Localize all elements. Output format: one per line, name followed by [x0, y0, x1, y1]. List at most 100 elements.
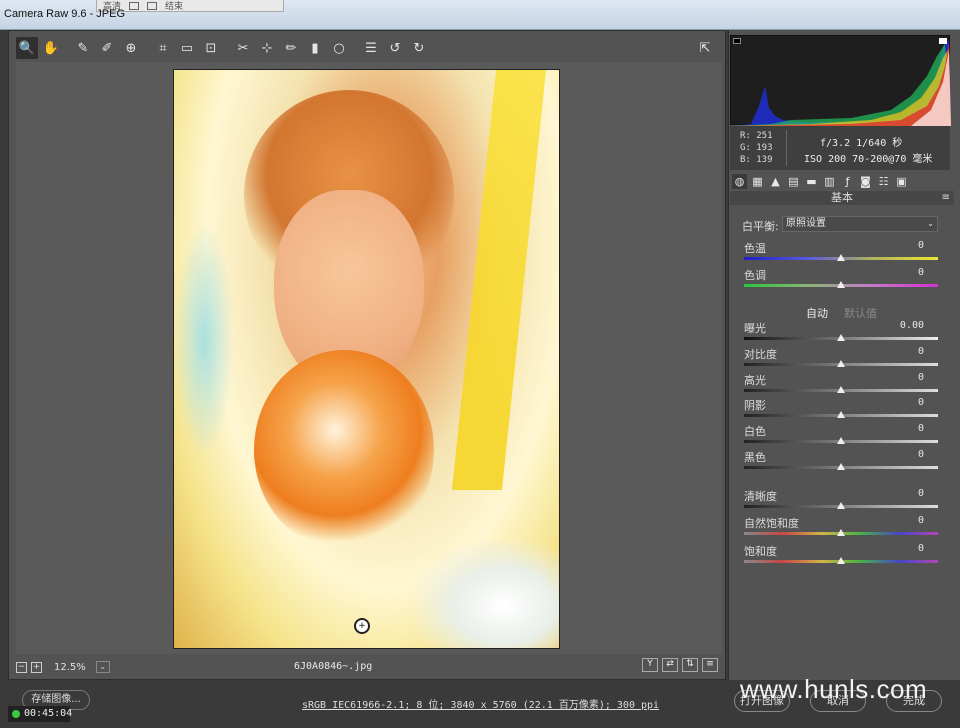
white-balance-icon[interactable]: ✎: [72, 37, 94, 59]
slider-contrast[interactable]: 对比度 0: [742, 346, 938, 372]
red-eye-icon[interactable]: ⊹: [256, 37, 278, 59]
slider-value[interactable]: 0.00: [900, 320, 924, 331]
slider-label: 曝光: [744, 322, 766, 335]
recording-timer: 00:45:04: [8, 706, 72, 722]
effects-tab-icon[interactable]: ƒ: [840, 174, 855, 189]
slider-label: 饱和度: [744, 545, 777, 558]
preferences-icon[interactable]: ≡: [702, 658, 718, 672]
panel-menu-icon[interactable]: ≡: [942, 191, 950, 205]
slider-clarity[interactable]: 清晰度 0: [742, 488, 938, 514]
slider-shadows[interactable]: 阴影 0: [742, 397, 938, 423]
photo-preview[interactable]: +: [173, 69, 560, 649]
slider-exposure[interactable]: 曝光 0.00: [742, 320, 938, 346]
zoom-in-button[interactable]: +: [31, 661, 42, 673]
rotate-ccw-icon[interactable]: ↺: [384, 37, 406, 59]
slider-saturation[interactable]: 饱和度 0: [742, 543, 938, 569]
slider-vibrance[interactable]: 自然饱和度 0: [742, 515, 938, 541]
slider-thumb[interactable]: [837, 360, 845, 367]
slider-thumb[interactable]: [837, 254, 845, 261]
before-after-toggle[interactable]: Y: [642, 658, 658, 672]
white-balance-label: 白平衡:: [742, 220, 779, 233]
slider-blacks[interactable]: 黑色 0: [742, 449, 938, 475]
slider-value[interactable]: 0: [918, 267, 924, 278]
default-button[interactable]: 默认值: [844, 305, 877, 321]
slider-value[interactable]: 0: [918, 423, 924, 434]
photo-region-yellow: [451, 70, 547, 490]
slider-value[interactable]: 0: [918, 543, 924, 554]
slider-whites[interactable]: 白色 0: [742, 423, 938, 449]
photo-region-flowers: [254, 350, 434, 550]
auto-button[interactable]: 自动: [806, 305, 828, 321]
camera-lens: ISO 200 70-200@70 毫米: [804, 154, 933, 165]
slider-thumb[interactable]: [837, 437, 845, 444]
adjustment-brush-icon[interactable]: ✏: [280, 37, 302, 59]
slider-value[interactable]: 0: [918, 346, 924, 357]
divider: [786, 130, 787, 166]
slider-label: 对比度: [744, 348, 777, 361]
transform-icon[interactable]: ⊡: [200, 37, 222, 59]
slider-value[interactable]: 0: [918, 449, 924, 460]
zoom-icon[interactable]: 🔍: [16, 37, 38, 59]
straighten-icon[interactable]: ▭: [176, 37, 198, 59]
slider-value[interactable]: 0: [918, 372, 924, 383]
slider-label: 色温: [744, 242, 766, 255]
graduated-filter-icon[interactable]: ▮: [304, 37, 326, 59]
record-dot-icon: [12, 710, 20, 718]
photo-region-cyan: [174, 220, 234, 460]
lens-tab-icon[interactable]: ▥: [822, 174, 837, 189]
white-balance-select[interactable]: 原照设置 ⌄: [782, 216, 938, 232]
workflow-options-link[interactable]: sRGB IEC61966-2.1; 8 位; 3840 x 5760 (22.…: [302, 696, 659, 711]
color-sampler-icon[interactable]: ✐: [96, 37, 118, 59]
hsl-tab-icon[interactable]: ▤: [786, 174, 801, 189]
presets-icon[interactable]: ☰: [360, 37, 382, 59]
basic-tab-icon[interactable]: ◍: [732, 173, 747, 189]
slider-thumb[interactable]: [837, 463, 845, 470]
radial-filter-icon[interactable]: ○: [328, 37, 350, 59]
photo-region-dress: [414, 540, 559, 648]
zoom-out-button[interactable]: −: [16, 661, 27, 673]
copy-settings-icon[interactable]: ⇅: [682, 658, 698, 672]
shadow-clipping-toggle[interactable]: [733, 38, 741, 44]
slider-thumb[interactable]: [837, 281, 845, 288]
slider-thumb[interactable]: [837, 502, 845, 509]
section-title: 基本: [831, 191, 853, 204]
slider-thumb[interactable]: [837, 557, 845, 564]
file-name: 6J0A0846~.jpg: [294, 661, 373, 672]
camera-calibration-tab-icon[interactable]: ◙: [858, 174, 873, 189]
spot-removal-icon[interactable]: ✂: [232, 37, 254, 59]
slider-label: 色调: [744, 269, 766, 282]
presets-tab-icon[interactable]: ☷: [876, 174, 891, 189]
rotate-cw-icon[interactable]: ↻: [408, 37, 430, 59]
zoom-level: 12.5%: [54, 661, 86, 673]
slider-label: 清晰度: [744, 490, 777, 503]
target-adjust-icon[interactable]: ⊕: [120, 37, 142, 59]
section-header: 基本 ≡: [730, 191, 954, 205]
tone-curve-tab-icon[interactable]: ▦: [750, 174, 765, 189]
crop-icon[interactable]: ⌗: [152, 37, 174, 59]
fullscreen-icon[interactable]: ⇱: [694, 37, 716, 59]
ghost-menu-item[interactable]: 结束: [165, 0, 183, 11]
snapshots-tab-icon[interactable]: ▣: [894, 174, 909, 189]
slider-thumb[interactable]: [837, 334, 845, 341]
slider-value[interactable]: 0: [918, 488, 924, 499]
slider-value[interactable]: 0: [918, 515, 924, 526]
swap-view-icon[interactable]: ⇄: [662, 658, 678, 672]
zoom-cursor-icon: +: [354, 618, 370, 634]
histogram: [730, 35, 951, 126]
slider-temperature[interactable]: 色温 0: [742, 240, 938, 266]
slider-label: 自然饱和度: [744, 517, 799, 530]
slider-thumb[interactable]: [837, 529, 845, 536]
slider-tint[interactable]: 色调 0: [742, 267, 938, 293]
slider-highlights[interactable]: 高光 0: [742, 372, 938, 398]
zoom-dropdown[interactable]: ⌄: [95, 661, 110, 673]
slider-value[interactable]: 0: [918, 397, 924, 408]
slider-value[interactable]: 0: [918, 240, 924, 251]
slider-thumb[interactable]: [837, 386, 845, 393]
window-title: Camera Raw 9.6 - JPEG: [4, 8, 126, 20]
split-toning-tab-icon[interactable]: ▬: [804, 174, 819, 189]
slider-label: 高光: [744, 374, 766, 387]
slider-thumb[interactable]: [837, 411, 845, 418]
detail-tab-icon[interactable]: ▲: [768, 174, 783, 189]
highlight-clipping-toggle[interactable]: [939, 38, 947, 44]
hand-icon[interactable]: ✋: [40, 37, 62, 59]
